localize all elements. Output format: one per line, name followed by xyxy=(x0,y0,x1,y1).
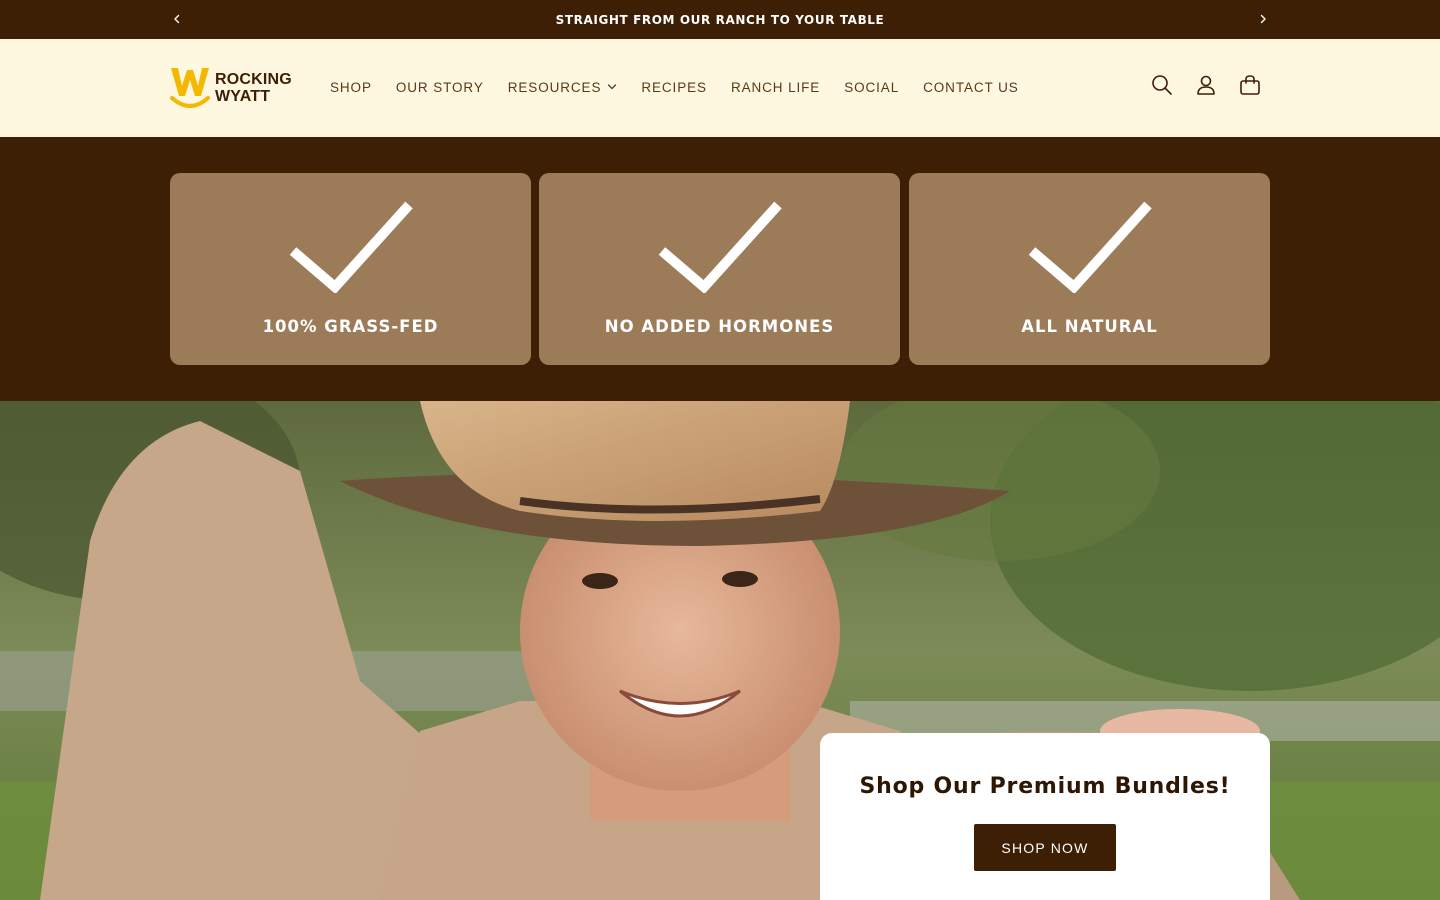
chevron-right-icon[interactable] xyxy=(1254,10,1272,28)
main-nav: SHOP OUR STORY RESOURCES RECIPES RANCH L… xyxy=(318,77,1031,97)
brand-name-line1: ROCKING xyxy=(215,71,292,88)
feature-card: NO ADDED HORMONES xyxy=(539,173,900,365)
cart-icon[interactable] xyxy=(1228,63,1272,107)
nav-item-our-story[interactable]: OUR STORY xyxy=(384,80,496,95)
promo-card: Shop Our Premium Bundles! SHOP NOW xyxy=(820,733,1270,900)
nav-item-resources[interactable]: RESOURCES xyxy=(496,80,630,95)
checkmark-icon xyxy=(658,201,782,293)
checkmark-icon xyxy=(289,201,413,293)
feature-card: ALL NATURAL xyxy=(909,173,1270,365)
checkmark-icon xyxy=(1028,201,1152,293)
promo-title: Shop Our Premium Bundles! xyxy=(859,774,1231,799)
nav-item-recipes[interactable]: RECIPES xyxy=(629,80,719,95)
site-logo[interactable]: ROCKING WYATT xyxy=(170,66,294,110)
feature-label: 100% GRASS-FED xyxy=(262,317,439,336)
announcement-bar: STRAIGHT FROM OUR RANCH TO YOUR TABLE xyxy=(0,0,1440,39)
nav-item-shop[interactable]: SHOP xyxy=(318,80,384,95)
account-icon[interactable] xyxy=(1184,63,1228,107)
feature-card: 100% GRASS-FED xyxy=(170,173,531,365)
feature-label: ALL NATURAL xyxy=(1021,317,1158,336)
chevron-down-icon xyxy=(607,83,617,91)
nav-item-ranch-life[interactable]: RANCH LIFE xyxy=(719,80,832,95)
feature-label: NO ADDED HORMONES xyxy=(604,317,835,336)
announcement-text: STRAIGHT FROM OUR RANCH TO YOUR TABLE xyxy=(555,12,885,27)
site-header: ROCKING WYATT SHOP OUR STORY RESOURCES R… xyxy=(0,39,1440,137)
nav-item-social[interactable]: SOCIAL xyxy=(832,80,911,95)
brand-name-line2: WYATT xyxy=(215,88,271,105)
shop-now-button[interactable]: SHOP NOW xyxy=(974,824,1116,871)
search-icon[interactable] xyxy=(1140,63,1184,107)
header-actions xyxy=(1140,63,1272,107)
w-smile-logo-icon xyxy=(170,68,210,108)
feature-section: 100% GRASS-FED NO ADDED HORMONES ALL NAT… xyxy=(0,137,1440,401)
nav-item-contact-us[interactable]: CONTACT US xyxy=(911,80,1031,95)
chevron-left-icon[interactable] xyxy=(168,10,186,28)
nav-item-resources-label: RESOURCES xyxy=(507,79,602,95)
hero-banner: Shop Our Premium Bundles! SHOP NOW xyxy=(0,401,1440,900)
